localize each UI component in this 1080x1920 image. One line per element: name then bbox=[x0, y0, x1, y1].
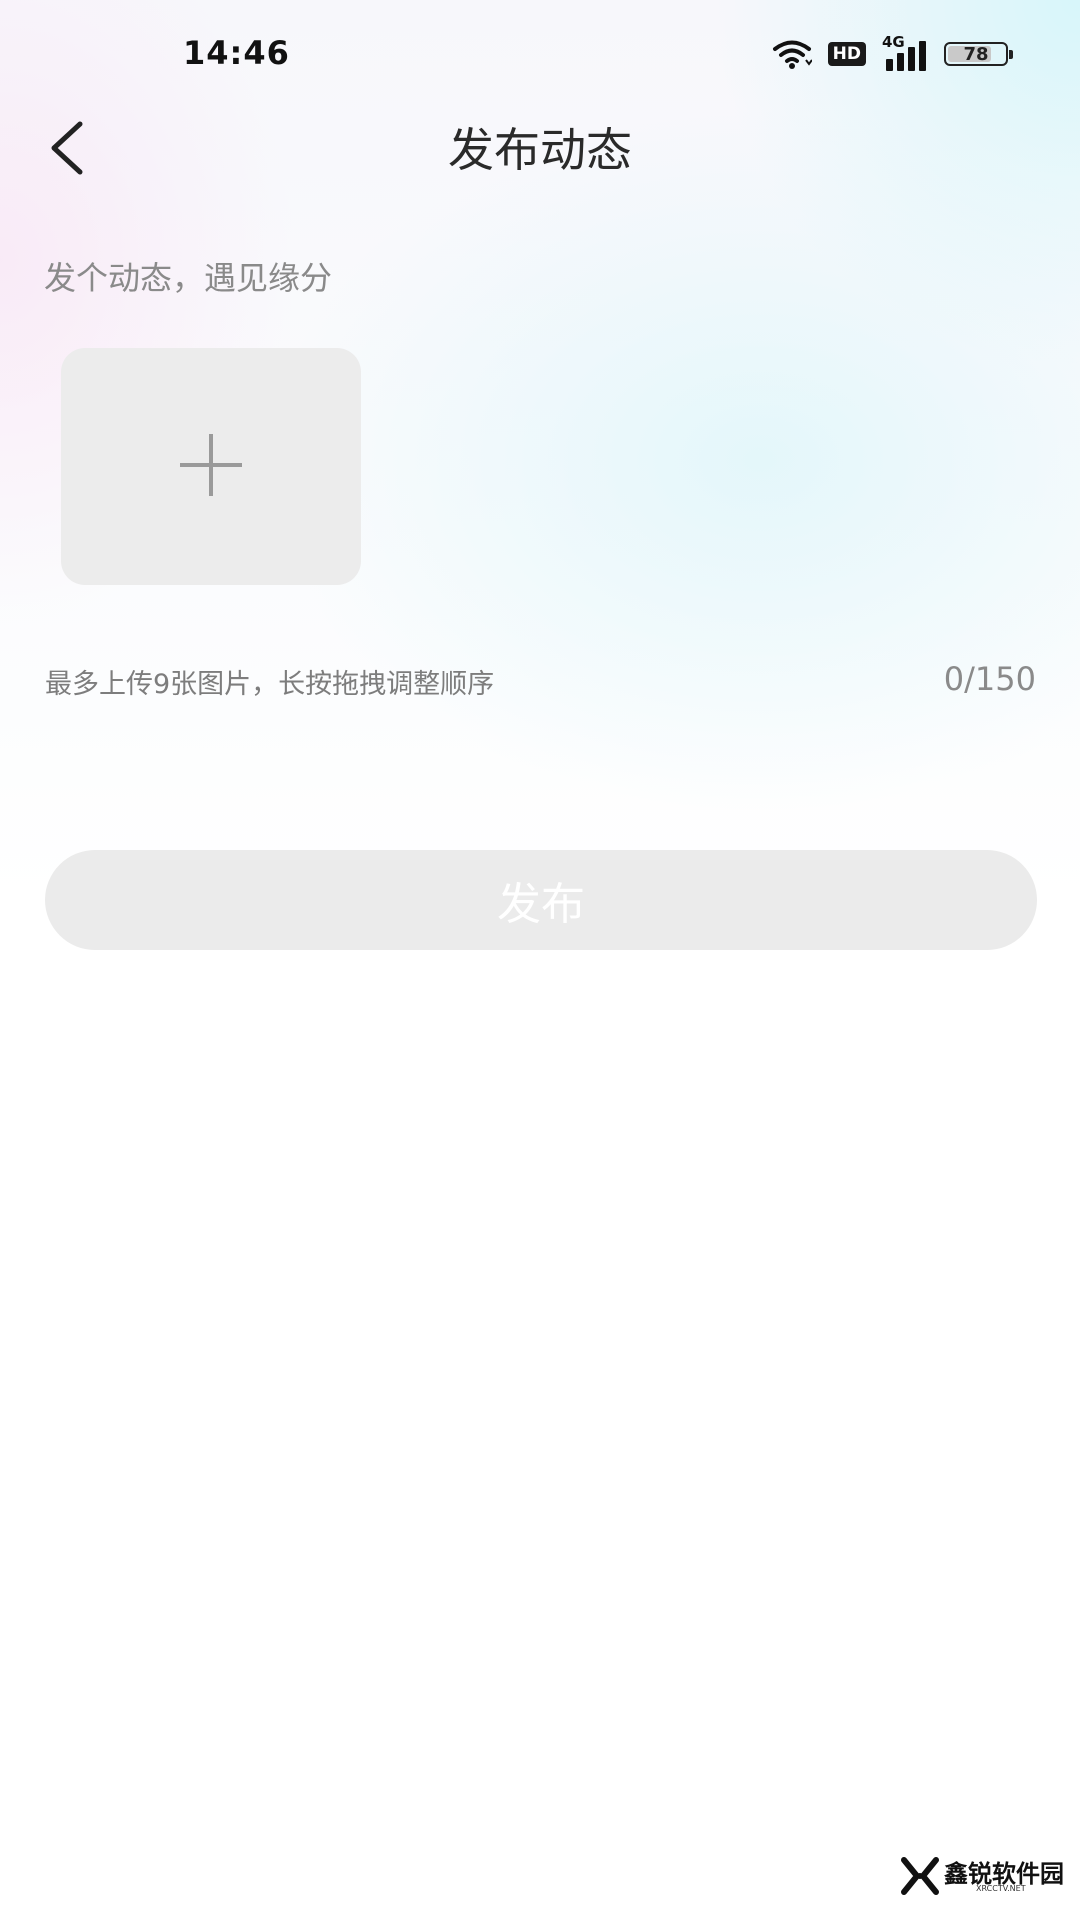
battery-level: 78 bbox=[963, 43, 989, 65]
watermark-x-icon bbox=[900, 1856, 940, 1900]
status-bar: 14:46 HD 4G 78 bbox=[0, 0, 1080, 108]
post-text-input[interactable] bbox=[44, 250, 1034, 306]
status-icons: HD 4G 78 bbox=[772, 33, 1013, 74]
plus-icon bbox=[176, 430, 246, 504]
back-button[interactable] bbox=[36, 120, 96, 180]
watermark-logo: 鑫锐软件园 XRCCTV.NET bbox=[900, 1852, 1064, 1900]
publish-button[interactable]: 发布 bbox=[45, 850, 1037, 950]
add-photo-button[interactable] bbox=[61, 348, 361, 585]
upload-hint: 最多上传9张图片，长按拖拽调整顺序 bbox=[45, 669, 495, 700]
signal-bars bbox=[886, 41, 926, 71]
watermark-domain: XRCCTV.NET bbox=[976, 1884, 1026, 1893]
chevron-left-icon bbox=[44, 118, 88, 182]
char-counter: 0/150 bbox=[943, 660, 1036, 698]
status-time: 14:46 bbox=[183, 34, 290, 72]
wifi-icon bbox=[772, 38, 812, 70]
page-title: 发布动态 bbox=[448, 123, 632, 177]
header: 发布动态 bbox=[0, 108, 1080, 192]
hd-badge: HD bbox=[827, 42, 866, 66]
signal-icon: 4G bbox=[882, 33, 928, 71]
battery-icon: 78 bbox=[944, 42, 1013, 66]
